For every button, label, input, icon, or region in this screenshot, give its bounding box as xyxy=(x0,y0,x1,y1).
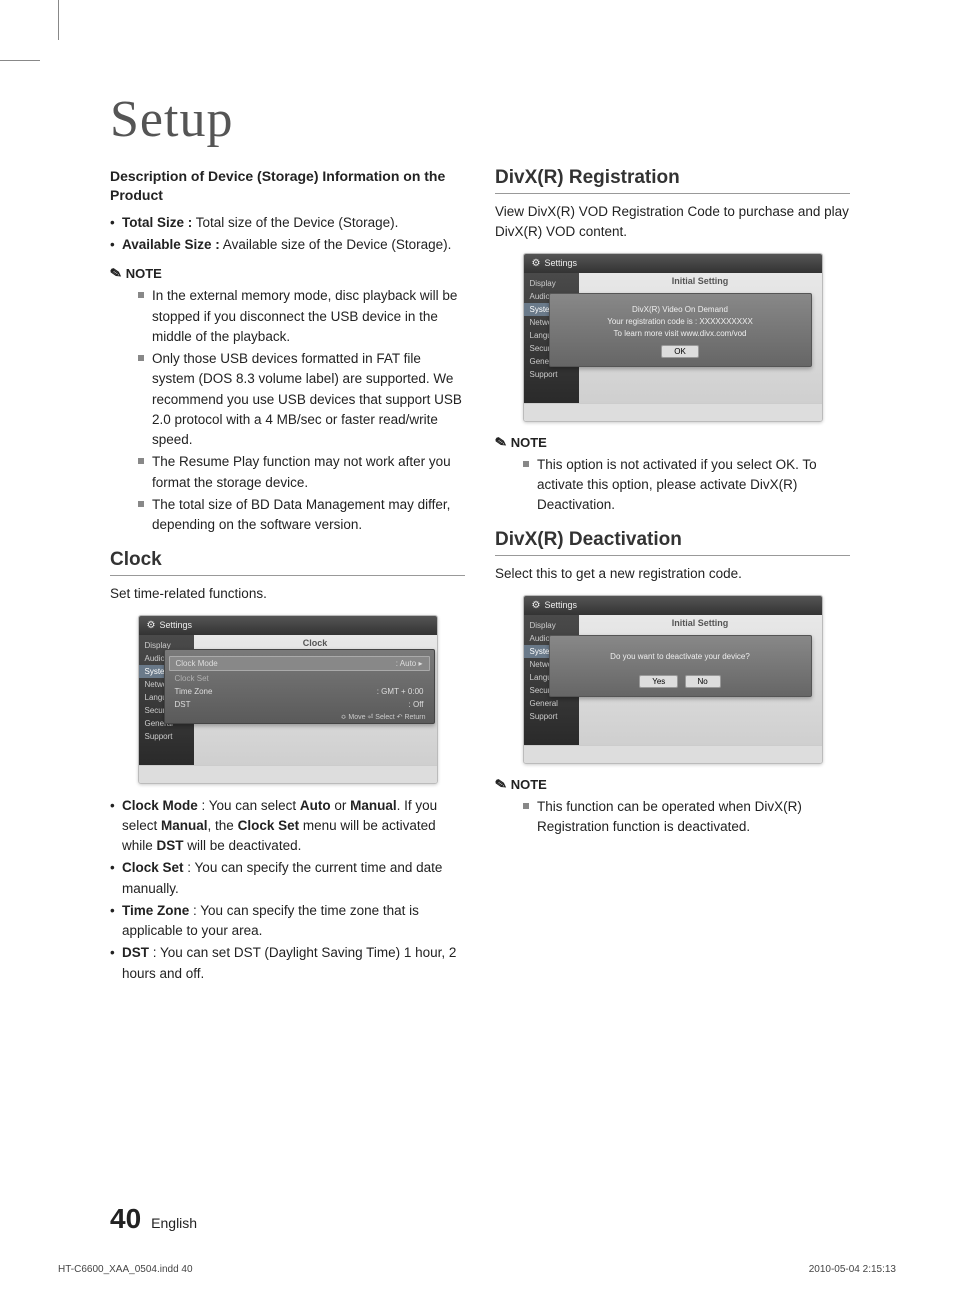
list-item: Clock Mode : You can select Auto or Manu… xyxy=(110,796,465,857)
clock-list: Clock Mode : You can select Auto or Manu… xyxy=(110,796,465,984)
yes-button[interactable]: Yes xyxy=(639,675,678,688)
pencil-icon: ✎ xyxy=(494,775,509,794)
note-label: ✎NOTE xyxy=(495,776,850,793)
page-title: Setup xyxy=(110,90,850,149)
list-item: Clock Set : You can specify the current … xyxy=(110,858,465,899)
divx-reg-screenshot: ⚙Settings Display Audio System Network L… xyxy=(523,253,823,422)
storage-notes: In the external memory mode, disc playba… xyxy=(110,286,465,535)
no-button[interactable]: No xyxy=(685,675,721,688)
storage-heading: Description of Device (Storage) Informat… xyxy=(110,167,465,205)
gear-icon: ⚙ xyxy=(532,600,541,611)
note-label: ✎NOTE xyxy=(495,434,850,451)
right-column: DivX(R) Registration View DivX(R) VOD Re… xyxy=(495,167,850,994)
gear-icon: ⚙ xyxy=(532,258,541,269)
document-meta: HT-C6600_XAA_0504.indd 40 2010-05-04 2:1… xyxy=(58,1264,896,1275)
page-footer: 40 English xyxy=(110,1203,850,1235)
doc-filename: HT-C6600_XAA_0504.indd 40 xyxy=(58,1264,193,1275)
list-item: This option is not activated if you sele… xyxy=(523,455,850,516)
divx-reg-heading: DivX(R) Registration xyxy=(495,167,850,194)
pencil-icon: ✎ xyxy=(494,433,509,452)
divx-deact-screenshot: ⚙Settings Display Audio System Network L… xyxy=(523,595,823,764)
gear-icon: ⚙ xyxy=(147,620,156,631)
page-number: 40 xyxy=(110,1203,141,1235)
divx-deact-intro: Select this to get a new registration co… xyxy=(495,564,850,584)
list-item: This function can be operated when DivX(… xyxy=(523,797,850,838)
list-item: The total size of BD Data Management may… xyxy=(138,495,465,536)
list-item: DST : You can set DST (Daylight Saving T… xyxy=(110,943,465,984)
ok-button[interactable]: OK xyxy=(661,345,699,358)
clock-heading: Clock xyxy=(110,549,465,576)
storage-list: Total Size : Total size of the Device (S… xyxy=(110,213,465,256)
clock-settings-screenshot: ⚙Settings Display Audio System Network L… xyxy=(138,615,438,784)
pencil-icon: ✎ xyxy=(109,264,124,283)
list-item: Only those USB devices formatted in FAT … xyxy=(138,349,465,450)
doc-timestamp: 2010-05-04 2:15:13 xyxy=(809,1264,896,1275)
left-column: Description of Device (Storage) Informat… xyxy=(110,167,465,994)
divx-reg-intro: View DivX(R) VOD Registration Code to pu… xyxy=(495,202,850,243)
note-label: ✎NOTE xyxy=(110,265,465,282)
list-item: Available Size : Available size of the D… xyxy=(110,235,465,255)
divx-deact-heading: DivX(R) Deactivation xyxy=(495,529,850,556)
list-item: The Resume Play function may not work af… xyxy=(138,452,465,493)
page-language: English xyxy=(151,1215,197,1231)
list-item: In the external memory mode, disc playba… xyxy=(138,286,465,347)
clock-intro: Set time-related functions. xyxy=(110,584,465,604)
list-item: Time Zone : You can specify the time zon… xyxy=(110,901,465,942)
list-item: Total Size : Total size of the Device (S… xyxy=(110,213,465,233)
